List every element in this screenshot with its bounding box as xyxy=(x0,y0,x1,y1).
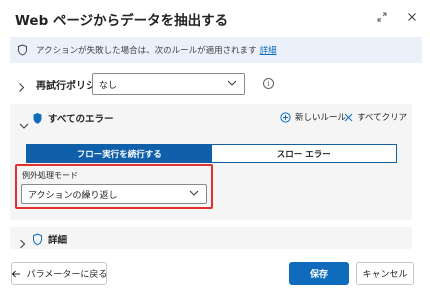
clear-all-label: すべてクリア xyxy=(357,113,408,123)
cancel-button[interactable]: キャンセル xyxy=(356,262,414,285)
expand-icon[interactable] xyxy=(373,8,391,26)
new-rule-button[interactable]: 新しいルール xyxy=(280,111,346,123)
back-label: パラメーターに戻る xyxy=(26,270,108,280)
throw-error-tab[interactable]: スロー エラー xyxy=(211,145,396,162)
all-errors-title: すべてのエラー xyxy=(48,114,114,125)
error-handling-segmented-control: フロー実行を続行する スロー エラー xyxy=(26,144,397,163)
exception-mode-select[interactable]: アクションの繰り返し xyxy=(21,184,207,204)
retry-policy-row: 再試行ポリシー なし i xyxy=(10,72,422,96)
dialog-title: Web ページからデータを抽出する xyxy=(15,13,229,29)
back-to-parameters-button[interactable]: パラメーターに戻る xyxy=(11,262,107,285)
exception-mode-value: アクションの繰り返し xyxy=(28,190,118,201)
clear-all-button[interactable]: すべてクリア xyxy=(344,111,407,123)
details-link[interactable]: 詳細 xyxy=(260,44,277,56)
chevron-right-icon xyxy=(19,234,26,253)
shield-outline-icon xyxy=(32,231,43,250)
retry-policy-select[interactable]: なし xyxy=(92,73,245,95)
dialog-footer: パラメーターに戻る 保存 キャンセル xyxy=(0,253,430,300)
all-errors-panel: すべてのエラー 新しいルール すべてクリア フロー実行を続行する スロー エラー… xyxy=(10,104,412,220)
shield-outline-icon xyxy=(17,41,28,60)
close-icon xyxy=(344,113,353,122)
shield-filled-icon xyxy=(32,110,43,129)
details-label: 詳細 xyxy=(48,235,68,246)
chevron-down-icon xyxy=(227,79,237,89)
banner-text: アクションが失敗した場合は、次のルールが適用されます xyxy=(36,46,257,56)
add-circle-icon xyxy=(280,111,291,123)
chevron-right-icon[interactable] xyxy=(18,78,25,97)
exception-mode-highlight: 例外処理モード アクションの繰り返し xyxy=(15,164,213,209)
arrow-left-icon xyxy=(11,270,21,278)
chevron-down-icon[interactable] xyxy=(19,114,29,133)
close-icon[interactable] xyxy=(403,8,421,26)
dialog-titlebar: Web ページからデータを抽出する xyxy=(0,0,430,34)
retry-policy-value: なし xyxy=(99,80,118,91)
chevron-down-icon xyxy=(189,189,199,199)
details-section[interactable]: 詳細 xyxy=(10,227,412,249)
exception-mode-label: 例外処理モード xyxy=(22,171,78,180)
continue-flow-tab[interactable]: フロー実行を続行する xyxy=(27,145,212,162)
info-banner: アクションが失敗した場合は、次のルールが適用されます 詳細 xyxy=(10,37,422,63)
save-button[interactable]: 保存 xyxy=(289,262,349,285)
new-rule-label: 新しいルール xyxy=(295,113,347,123)
info-icon[interactable]: i xyxy=(263,78,274,89)
